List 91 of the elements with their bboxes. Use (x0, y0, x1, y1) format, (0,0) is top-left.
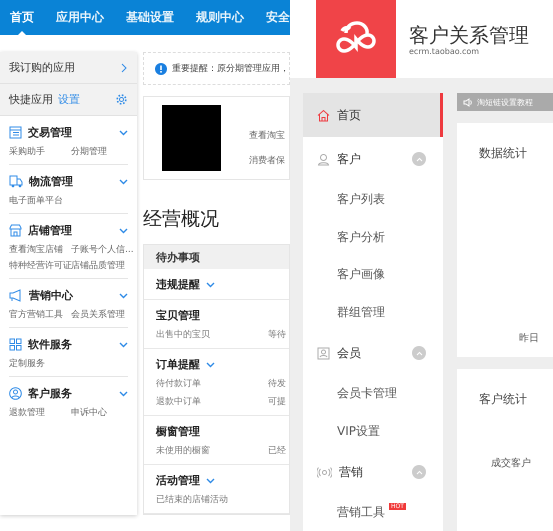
todo-item[interactable]: 退款中订单 (156, 395, 268, 408)
group-title: 营销中心 (29, 288, 74, 303)
chevron-down-icon (206, 282, 215, 288)
app-url: ecrm.taobao.com (409, 47, 480, 56)
settings-icon[interactable] (116, 94, 127, 105)
chevron-down-icon (206, 478, 215, 484)
chevron-down-icon (119, 228, 128, 234)
app-link[interactable]: 定制服务 (9, 357, 71, 370)
chevron-down-icon (119, 178, 128, 184)
todo-item[interactable]: 待发 (268, 377, 289, 390)
user-icon (317, 152, 330, 166)
app-link[interactable]: 子账号个人信... (71, 243, 133, 256)
chevron-down-icon (119, 342, 128, 348)
quick-apps-label: 快捷应用 (9, 92, 53, 107)
group-title: 交易管理 (28, 125, 73, 140)
nav-item[interactable]: 首页 (303, 93, 443, 137)
id-card-icon (317, 346, 330, 360)
section-title: 橱窗管理 (156, 424, 200, 439)
grid-icon (9, 338, 22, 351)
app-link[interactable]: 查看淘宝店铺 (9, 243, 71, 256)
todo-item[interactable]: 出售中的宝贝 (156, 328, 268, 341)
app-link[interactable]: 退款管理 (9, 406, 71, 419)
collapse-toggle[interactable] (412, 152, 426, 166)
home-icon (317, 108, 330, 122)
announcement-text: 淘短链设置教程 (477, 96, 533, 108)
section-title: 宝贝管理 (156, 308, 200, 323)
shop-link[interactable]: 查看淘宝 (249, 129, 285, 142)
alert-icon (155, 62, 167, 74)
group-title: 软件服务 (28, 337, 73, 352)
chevron-right-icon (121, 62, 127, 72)
section-title: 活动管理 (156, 473, 200, 488)
todo-item[interactable]: 待付款订单 (156, 377, 268, 390)
nav-subitem[interactable]: 会员卡管理 (337, 385, 397, 402)
todo-item[interactable]: 可提 (268, 395, 289, 408)
stat-label: 成交客户 (491, 456, 532, 470)
user-circle-icon (9, 387, 22, 400)
nav-subitem[interactable]: 客户分析 (337, 228, 385, 246)
group-title: 店铺管理 (28, 223, 73, 238)
app-link[interactable]: 特种经营许可证 (9, 259, 71, 272)
truck-icon (9, 175, 23, 188)
app-link[interactable]: 店铺品质管理 (71, 259, 133, 272)
section-heading: 经营概况 (143, 207, 220, 232)
card-title: 数据统计 (479, 145, 528, 162)
subscribed-apps-row[interactable]: 我订购的应用 (0, 52, 137, 84)
chevron-down-icon (206, 362, 215, 368)
nav-tab[interactable]: 首页 (10, 0, 34, 35)
nav-subitem[interactable]: 客户列表 (337, 191, 385, 208)
todo-item[interactable]: 已结束的店铺活动 (156, 493, 268, 506)
stat-caption: 昨日 (519, 332, 540, 345)
photo-placeholder (162, 105, 221, 171)
app-link[interactable]: 申诉中心 (71, 406, 133, 419)
table-icon (9, 126, 22, 139)
chevron-up-icon (416, 350, 422, 356)
app-link[interactable]: 电子面单平台 (9, 194, 71, 207)
notice-text: 重要提醒：原分期管理应用， (172, 62, 289, 75)
app-link[interactable]: 会员关系管理 (71, 308, 133, 321)
nav-tab[interactable]: 应用中心 (56, 0, 104, 35)
section-title: 违规提醒 (156, 277, 200, 292)
card-title: 客户统计 (479, 391, 528, 408)
nav-tab[interactable]: 安全 (266, 0, 290, 35)
section-title: 订单提醒 (156, 357, 200, 372)
settings-link[interactable]: 设置 (58, 92, 80, 107)
todo-header: 待办事项 (156, 250, 200, 264)
todo-item[interactable]: 已经 (268, 444, 289, 457)
nav-subitem[interactable]: 客户画像 (337, 266, 385, 284)
app-link[interactable]: 分期管理 (71, 145, 133, 158)
chevron-up-icon (416, 156, 422, 162)
broadcast-icon (317, 466, 332, 478)
group-title: 物流管理 (29, 174, 74, 189)
nav-subitem[interactable]: 群组管理 (337, 304, 385, 321)
storefront-icon (9, 224, 22, 237)
chevron-up-icon (416, 470, 422, 474)
app-link[interactable]: 官方营销工具 (9, 308, 71, 321)
megaphone-icon (9, 289, 23, 302)
group-title: 客户服务 (28, 386, 73, 401)
shop-link[interactable]: 消费者保 (249, 154, 285, 167)
app-title: 客户关系管理 (409, 22, 529, 48)
chevron-down-icon (119, 292, 128, 298)
nav-subitem[interactable]: 营销工具 (337, 504, 385, 522)
nav-tab[interactable]: 规则中心 (196, 0, 244, 35)
todo-item[interactable]: 等待 (268, 328, 289, 341)
collapse-toggle[interactable] (412, 465, 426, 479)
subscribed-apps-label: 我订购的应用 (9, 60, 75, 75)
todo-item[interactable]: 未使用的橱窗 (156, 444, 268, 457)
app-link[interactable]: 采购助手 (9, 145, 71, 158)
collapse-toggle[interactable] (412, 346, 426, 360)
nav-subitem[interactable]: VIP设置 (337, 422, 380, 440)
nav-tab[interactable]: 基础设置 (126, 0, 174, 35)
chevron-down-icon (119, 390, 128, 396)
speaker-icon (463, 98, 473, 106)
chevron-down-icon (119, 130, 128, 136)
